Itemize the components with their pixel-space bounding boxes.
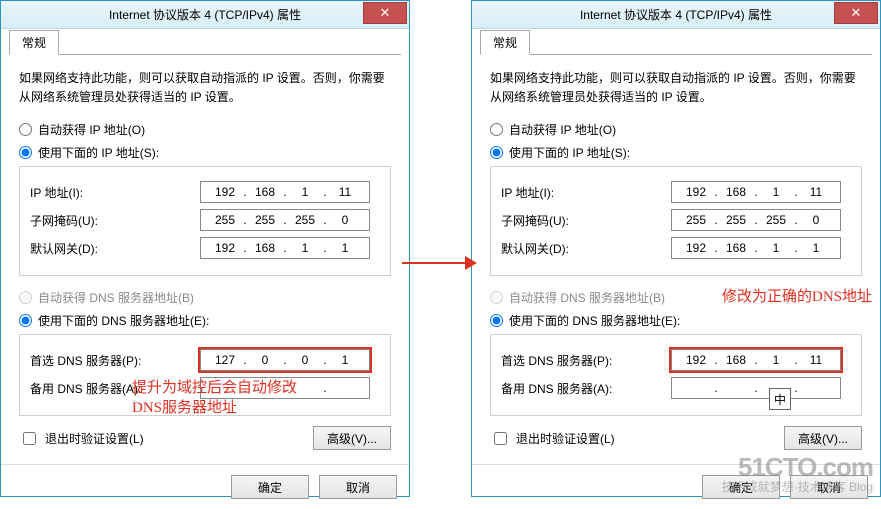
dns1-label: 首选 DNS 服务器(P): [501,352,671,369]
ime-indicator: 中 [769,388,791,410]
dns2-label: 备用 DNS 服务器(A): [501,380,671,397]
gateway-input[interactable]: 192. 168. 1. 1 [200,237,370,259]
dns1-input[interactable]: 127. 0. 0. 1 [200,349,370,371]
dns-groupbox: 首选 DNS 服务器(P): 192. 168. 1. 11 备用 DNS 服务… [490,334,862,416]
radio-manual-dns-label: 使用下面的 DNS 服务器地址(E): [38,312,209,329]
dns2-input[interactable]: . . . [671,377,841,399]
close-button[interactable]: ✕ [363,2,407,24]
radio-auto-ip-label: 自动获得 IP 地址(O) [38,121,145,138]
arrow-icon [402,253,482,273]
cancel-button[interactable]: 取消 [319,475,397,499]
watermark: 51CTO.com 技术成就梦想·技术博客 Blog [722,454,873,494]
tcpip-properties-dialog-after: Internet 协议版本 4 (TCP/IPv4) 属性 ✕ 常规 如果网络支… [471,0,881,497]
advanced-button[interactable]: 高级(V)... [784,426,862,450]
radio-auto-ip-row[interactable]: 自动获得 IP 地址(O) [480,118,872,141]
window-title: Internet 协议版本 4 (TCP/IPv4) 属性 [1,6,409,23]
dialog-footer: 确定 取消 [1,464,409,509]
gateway-input[interactable]: 192. 168. 1. 1 [671,237,841,259]
ip-groupbox: IP 地址(I): 192. 168. 1. 11 子网掩码(U): 255. … [490,166,862,276]
exit-validate-row[interactable]: 退出时验证设置(L) [19,429,144,448]
tab-bar: 常规 [480,31,872,55]
radio-manual-dns[interactable] [19,314,32,327]
exit-validate-row[interactable]: 退出时验证设置(L) [490,429,615,448]
exit-validate-checkbox[interactable] [494,432,507,445]
close-icon: ✕ [380,5,391,21]
tcpip-properties-dialog-before: Internet 协议版本 4 (TCP/IPv4) 属性 ✕ 常规 如果网络支… [0,0,410,497]
radio-manual-ip[interactable] [490,146,503,159]
ip-address-label: IP 地址(I): [30,184,200,201]
radio-manual-dns-row[interactable]: 使用下面的 DNS 服务器地址(E): [9,309,401,332]
window-title: Internet 协议版本 4 (TCP/IPv4) 属性 [472,6,880,23]
ip-groupbox: IP 地址(I): 192. 168. 1. 11 子网掩码(U): 255. … [19,166,391,276]
gateway-label: 默认网关(D): [30,240,200,257]
dialog-body: 常规 如果网络支持此功能，则可以获取自动指派的 IP 设置。否则，你需要从网络系… [472,29,880,464]
radio-manual-ip-row[interactable]: 使用下面的 IP 地址(S): [480,141,872,164]
exit-validate-label: 退出时验证设置(L) [516,430,615,447]
gateway-label: 默认网关(D): [501,240,671,257]
ok-button[interactable]: 确定 [231,475,309,499]
radio-auto-ip[interactable] [490,123,503,136]
radio-manual-dns-label: 使用下面的 DNS 服务器地址(E): [509,312,680,329]
description-text: 如果网络支持此功能，则可以获取自动指派的 IP 设置。否则，你需要从网络系统管理… [9,63,401,118]
ip-address-input[interactable]: 192. 168. 1. 11 [671,181,841,203]
dns1-label: 首选 DNS 服务器(P): [30,352,200,369]
tab-general[interactable]: 常规 [480,30,530,55]
radio-auto-ip-row[interactable]: 自动获得 IP 地址(O) [9,118,401,141]
close-icon: ✕ [851,5,862,21]
radio-manual-ip-label: 使用下面的 IP 地址(S): [509,144,630,161]
ip-address-input[interactable]: 192. 168. 1. 11 [200,181,370,203]
radio-manual-dns[interactable] [490,314,503,327]
close-button[interactable]: ✕ [834,2,878,24]
radio-auto-dns-row: 自动获得 DNS 服务器地址(B) [9,286,401,309]
exit-validate-checkbox[interactable] [23,432,36,445]
watermark-logo: 51CTO.com [722,454,873,481]
radio-manual-ip[interactable] [19,146,32,159]
subnet-mask-label: 子网掩码(U): [501,212,671,229]
radio-auto-dns-label: 自动获得 DNS 服务器地址(B) [509,289,665,306]
subnet-mask-input[interactable]: 255. 255. 255. 0 [671,209,841,231]
radio-auto-dns-label: 自动获得 DNS 服务器地址(B) [38,289,194,306]
titlebar: Internet 协议版本 4 (TCP/IPv4) 属性 ✕ [1,1,409,29]
subnet-mask-input[interactable]: 255. 255. 255. 0 [200,209,370,231]
tab-bar: 常规 [9,31,401,55]
exit-validate-label: 退出时验证设置(L) [45,430,144,447]
dns1-input[interactable]: 192. 168. 1. 11 [671,349,841,371]
radio-manual-ip-label: 使用下面的 IP 地址(S): [38,144,159,161]
description-text: 如果网络支持此功能，则可以获取自动指派的 IP 设置。否则，你需要从网络系统管理… [480,63,872,118]
ip-address-label: IP 地址(I): [501,184,671,201]
subnet-mask-label: 子网掩码(U): [30,212,200,229]
radio-manual-dns-row[interactable]: 使用下面的 DNS 服务器地址(E): [480,309,872,332]
titlebar: Internet 协议版本 4 (TCP/IPv4) 属性 ✕ [472,1,880,29]
radio-auto-dns [490,291,503,304]
tab-general[interactable]: 常规 [9,30,59,55]
radio-auto-ip[interactable] [19,123,32,136]
watermark-slogan: 技术成就梦想·技术博客 Blog [722,481,873,494]
advanced-button[interactable]: 高级(V)... [313,426,391,450]
radio-auto-ip-label: 自动获得 IP 地址(O) [509,121,616,138]
radio-auto-dns [19,291,32,304]
annotation-left: 提升为域控后会自动修改DNS服务器地址 [132,378,297,419]
radio-manual-ip-row[interactable]: 使用下面的 IP 地址(S): [9,141,401,164]
annotation-right: 修改为正确的DNS地址 [722,287,872,307]
